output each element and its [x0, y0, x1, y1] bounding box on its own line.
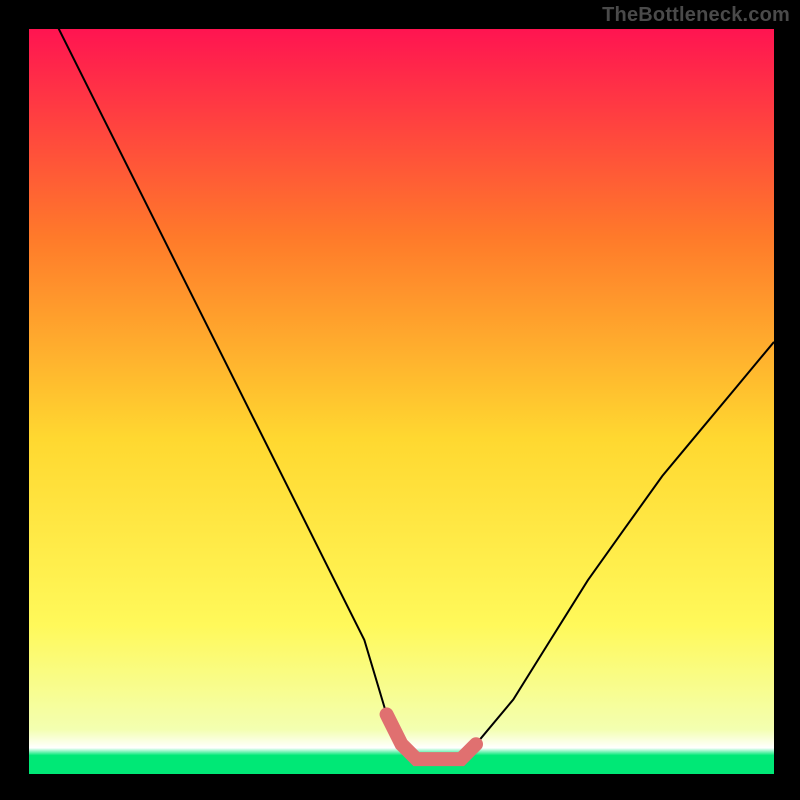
bottleneck-chart-svg — [29, 29, 774, 774]
gradient-background — [29, 29, 774, 774]
chart-frame: TheBottleneck.com — [0, 0, 800, 800]
plot-area — [29, 29, 774, 774]
watermark-text: TheBottleneck.com — [602, 4, 790, 27]
